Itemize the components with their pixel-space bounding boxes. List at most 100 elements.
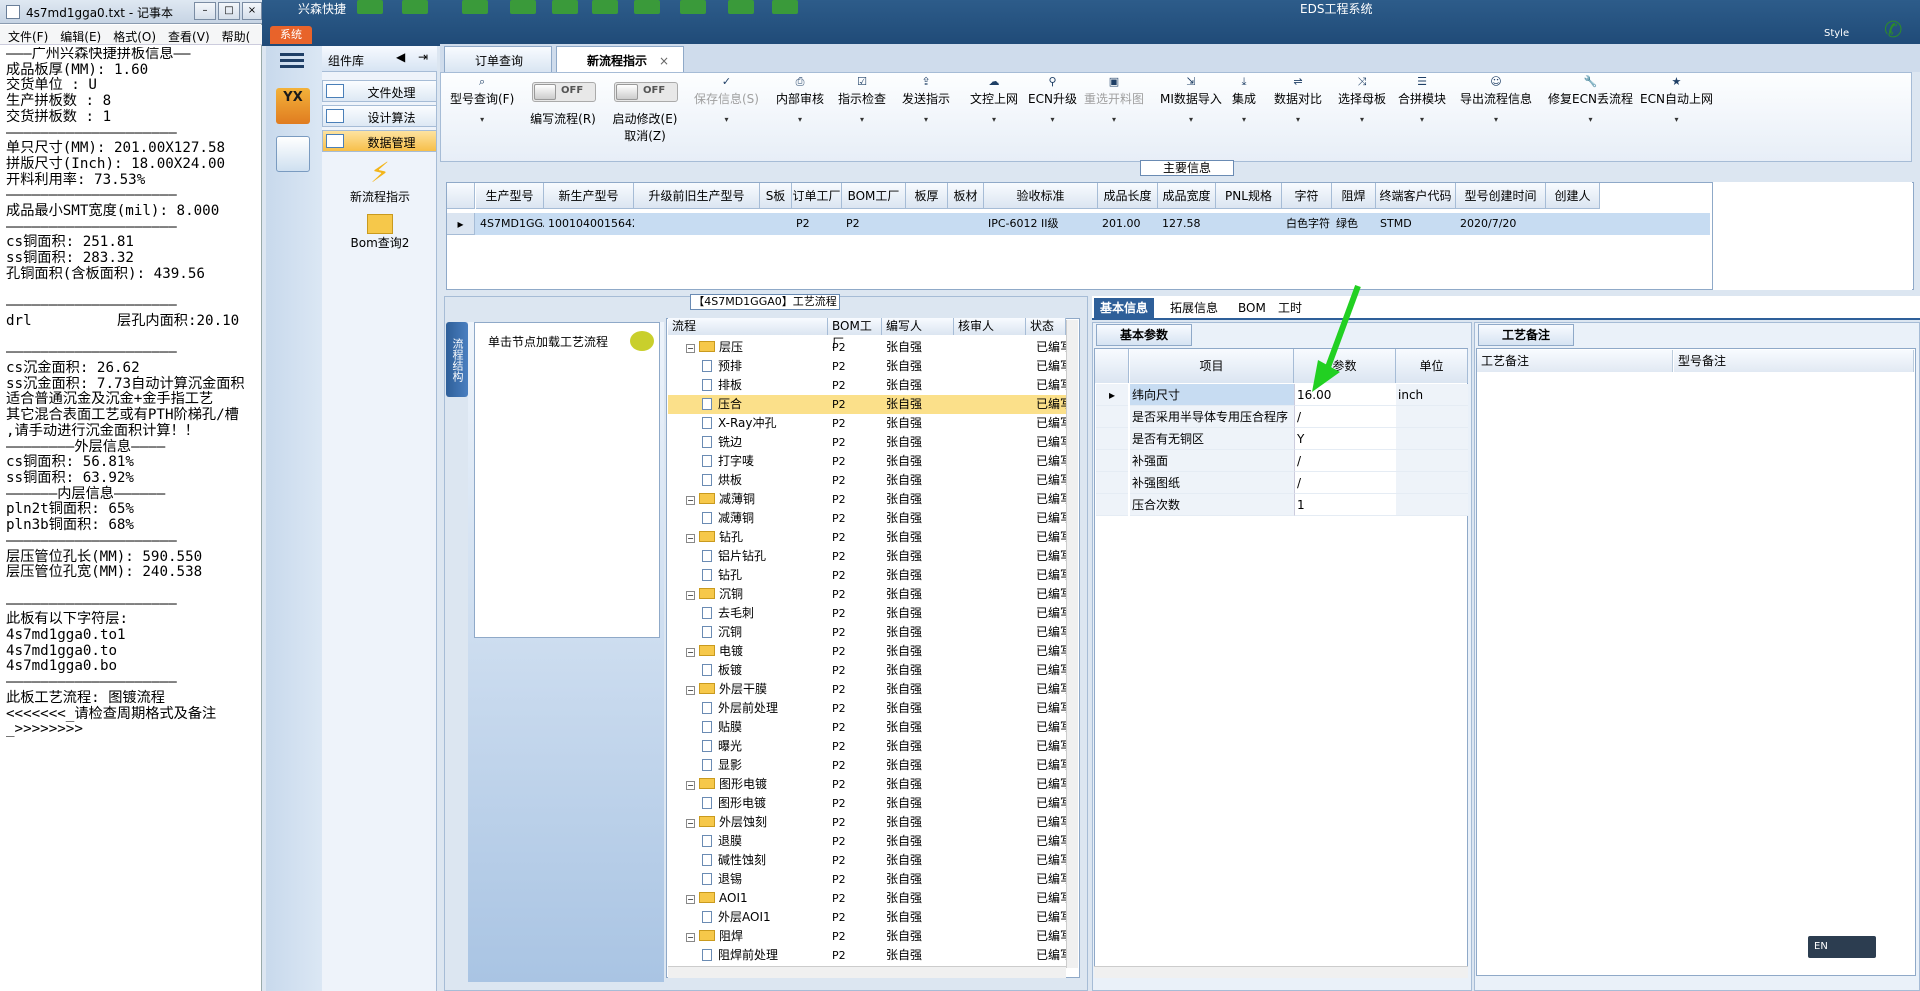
chat-bubble-icon[interactable]	[630, 331, 654, 351]
toolbar-gear-icon[interactable]	[402, 0, 428, 14]
flow-tree-row[interactable]: 预排 P2 张自强 已编写	[668, 357, 1072, 376]
main-info-cell[interactable]: 4S7MD1GGA0	[480, 214, 544, 234]
flow-tree-row[interactable]: 阻焊前处理 P2 张自强 已编写	[668, 946, 1072, 965]
toolbar-user-icon[interactable]	[680, 0, 706, 14]
tab-order-query[interactable]: 订单查询×	[444, 46, 552, 83]
tab-extended-info[interactable]: 拓展信息	[1164, 298, 1224, 318]
flow-tree-row[interactable]: − 钻孔 P2 张自强 已编写	[668, 528, 1072, 547]
collapse-toggle-icon[interactable]: −	[686, 534, 695, 543]
tab-new-flow[interactable]: 新流程指示 ×	[556, 46, 684, 72]
main-info-cell[interactable]: 10010400156424	[548, 214, 634, 234]
toolbar-table-icon[interactable]	[634, 0, 660, 14]
collapse-left-icon[interactable]: ◀	[396, 50, 405, 64]
flow-tree-row[interactable]: 排板 P2 张自强 已编写	[668, 376, 1072, 395]
toolbar-grid-icon[interactable]	[552, 0, 578, 14]
toolbar-button-14[interactable]: ☰ 合拼模块 ▾	[1398, 76, 1446, 125]
toolbar-button-17[interactable]: ★ ECN自动上网 ▾	[1640, 76, 1713, 125]
menu-edit[interactable]: 编辑(E)	[52, 25, 105, 45]
menu-view[interactable]: 查看(V)	[160, 25, 214, 45]
toolbar-button-11[interactable]: ⤓ 集成 ▾	[1232, 76, 1256, 125]
toolbar-button-0[interactable]: ⌕ 型号查询(F) ▾	[450, 76, 514, 125]
flow-tree-row[interactable]: 烘板 P2 张自强 已编写	[668, 471, 1072, 490]
params-horizontal-scrollbar[interactable]	[1094, 966, 1468, 978]
yx-module-icon[interactable]: YX	[276, 88, 310, 124]
flow-tree-row[interactable]: 板镀 P2 张自强 已编写	[668, 661, 1072, 680]
new-flow-tile[interactable]: ⚡ 新流程指示	[340, 158, 420, 205]
main-info-cell[interactable]	[1220, 214, 1282, 234]
toolbar-image-icon[interactable]	[728, 0, 754, 14]
tree-vertical-scrollbar[interactable]	[1066, 320, 1078, 968]
chevron-down-icon[interactable]: ▾	[1460, 115, 1532, 124]
toolbar-button-2[interactable]: 启动修改(E) 取消(Z)	[608, 110, 682, 144]
param-value[interactable]: /	[1294, 450, 1396, 472]
param-value[interactable]: /	[1294, 472, 1396, 494]
toolbar-button-5[interactable]: ☑ 指示检查 ▾	[838, 76, 886, 125]
collapse-toggle-icon[interactable]: −	[686, 686, 695, 695]
flow-tree-row[interactable]: 打字唛 P2 张自强 已编写	[668, 452, 1072, 471]
ime-indicator[interactable]: EN	[1808, 936, 1876, 958]
chevron-down-icon[interactable]: ▾	[1398, 115, 1446, 124]
collapse-toggle-icon[interactable]: −	[686, 933, 695, 942]
chevron-down-icon[interactable]: ▾	[838, 115, 886, 124]
toolbar-copy-icon[interactable]	[592, 0, 618, 14]
flow-tree-row[interactable]: 钻孔 P2 张自强 已编写	[668, 566, 1072, 585]
system-menu-tab[interactable]: 系统	[270, 26, 312, 44]
collapse-toggle-icon[interactable]: −	[686, 781, 695, 790]
main-info-cell[interactable]	[952, 214, 984, 234]
collapse-toggle-icon[interactable]: −	[686, 648, 695, 657]
tab-work-hours[interactable]: 工时	[1272, 298, 1308, 318]
flow-tree-row[interactable]: X-Ray冲孔 P2 张自强 已编写	[668, 414, 1072, 433]
flow-tree-row[interactable]: 外层AOI1 P2 张自强 已编写	[668, 908, 1072, 927]
maximize-button[interactable]: □	[218, 2, 240, 20]
flow-tree-row[interactable]: 外层前处理 P2 张自强 已编写	[668, 699, 1072, 718]
pin-icon[interactable]: ⇥	[418, 50, 428, 64]
tab-basic-info[interactable]: 基本信息	[1094, 298, 1155, 318]
toolbar-button-7[interactable]: ☁ 文控上网 ▾	[970, 76, 1018, 125]
flow-tree-row[interactable]: 减薄铜 P2 张自强 已编写	[668, 509, 1072, 528]
chevron-down-icon[interactable]: ▾	[902, 115, 950, 124]
collapse-toggle-icon[interactable]: −	[686, 591, 695, 600]
chevron-down-icon[interactable]: ▾	[1028, 115, 1077, 124]
complib-item-file[interactable]: 文件处理	[322, 80, 437, 102]
toolbar-cut-icon[interactable]	[510, 0, 536, 14]
flow-tree-row[interactable]: 去毛刺 P2 张自强 已编写	[668, 604, 1072, 623]
flow-tree-row[interactable]: 碱性蚀刻 P2 张自强 已编写	[668, 851, 1072, 870]
flow-tree-row[interactable]: − 层压 P2 张自强 已编写	[668, 338, 1072, 357]
minimize-button[interactable]: –	[194, 2, 216, 20]
chevron-down-icon[interactable]: ▾	[1640, 115, 1713, 124]
menu-format[interactable]: 格式(O)	[105, 25, 160, 45]
flow-tree-row[interactable]: − 图形电镀 P2 张自强 已编写	[668, 775, 1072, 794]
flow-structure-tab[interactable]: 流程结构	[446, 322, 468, 397]
menu-file[interactable]: 文件(F)	[0, 25, 52, 45]
toolbar-button-8[interactable]: ⚲ ECN升级 ▾	[1028, 76, 1077, 125]
hamburger-menu-icon[interactable]	[280, 50, 304, 70]
process-notes-tab[interactable]: 工艺备注	[1478, 324, 1574, 346]
flow-tree-row[interactable]: − 沉铜 P2 张自强 已编写	[668, 585, 1072, 604]
toolbar-button-6[interactable]: ⇪ 发送指示 ▾	[902, 76, 950, 125]
notes-area[interactable]	[1476, 348, 1916, 976]
toolbar-button-12[interactable]: ⇌ 数据对比 ▾	[1274, 76, 1322, 125]
flow-tree-row[interactable]: − 阻焊 P2 张自强 已编写	[668, 927, 1072, 946]
flow-tree-row[interactable]: − 外层干膜 P2 张自强 已编写	[668, 680, 1072, 699]
main-info-cell[interactable]: 127.58	[1162, 214, 1216, 234]
flow-tree-row[interactable]: 压合 P2 张自强 已编写	[668, 395, 1072, 414]
param-value[interactable]: Y	[1294, 428, 1396, 450]
toolbar-button-13[interactable]: ⤨ 选择母板 ▾	[1338, 76, 1386, 125]
toolbar-list-icon[interactable]	[462, 0, 488, 14]
param-value[interactable]: /	[1294, 406, 1396, 428]
toolbar-button-15[interactable]: ☺ 导出流程信息 ▾	[1460, 76, 1532, 125]
main-info-cell[interactable]	[910, 214, 948, 234]
collapse-toggle-icon[interactable]: −	[686, 344, 695, 353]
style-label[interactable]: Style	[1824, 28, 1849, 39]
bom-query-tile[interactable]: Bom查询2	[340, 214, 420, 251]
toolbar-button-3[interactable]: ✓ 保存信息(S) ▾	[694, 76, 759, 125]
main-info-cell[interactable]: 绿色	[1336, 214, 1376, 234]
main-info-cell[interactable]	[638, 214, 760, 234]
flow-tree-row[interactable]: − 电镀 P2 张自强 已编写	[668, 642, 1072, 661]
phone-icon[interactable]: ✆	[1884, 18, 1902, 43]
chevron-down-icon[interactable]: ▾	[970, 115, 1018, 124]
tree-horizontal-scrollbar[interactable]	[668, 966, 1066, 978]
flow-tree-row[interactable]: 铝片钻孔 P2 张自强 已编写	[668, 547, 1072, 566]
toolbar-doc-icon[interactable]	[772, 0, 798, 14]
flow-tree-row[interactable]: 显影 P2 张自强 已编写	[668, 756, 1072, 775]
